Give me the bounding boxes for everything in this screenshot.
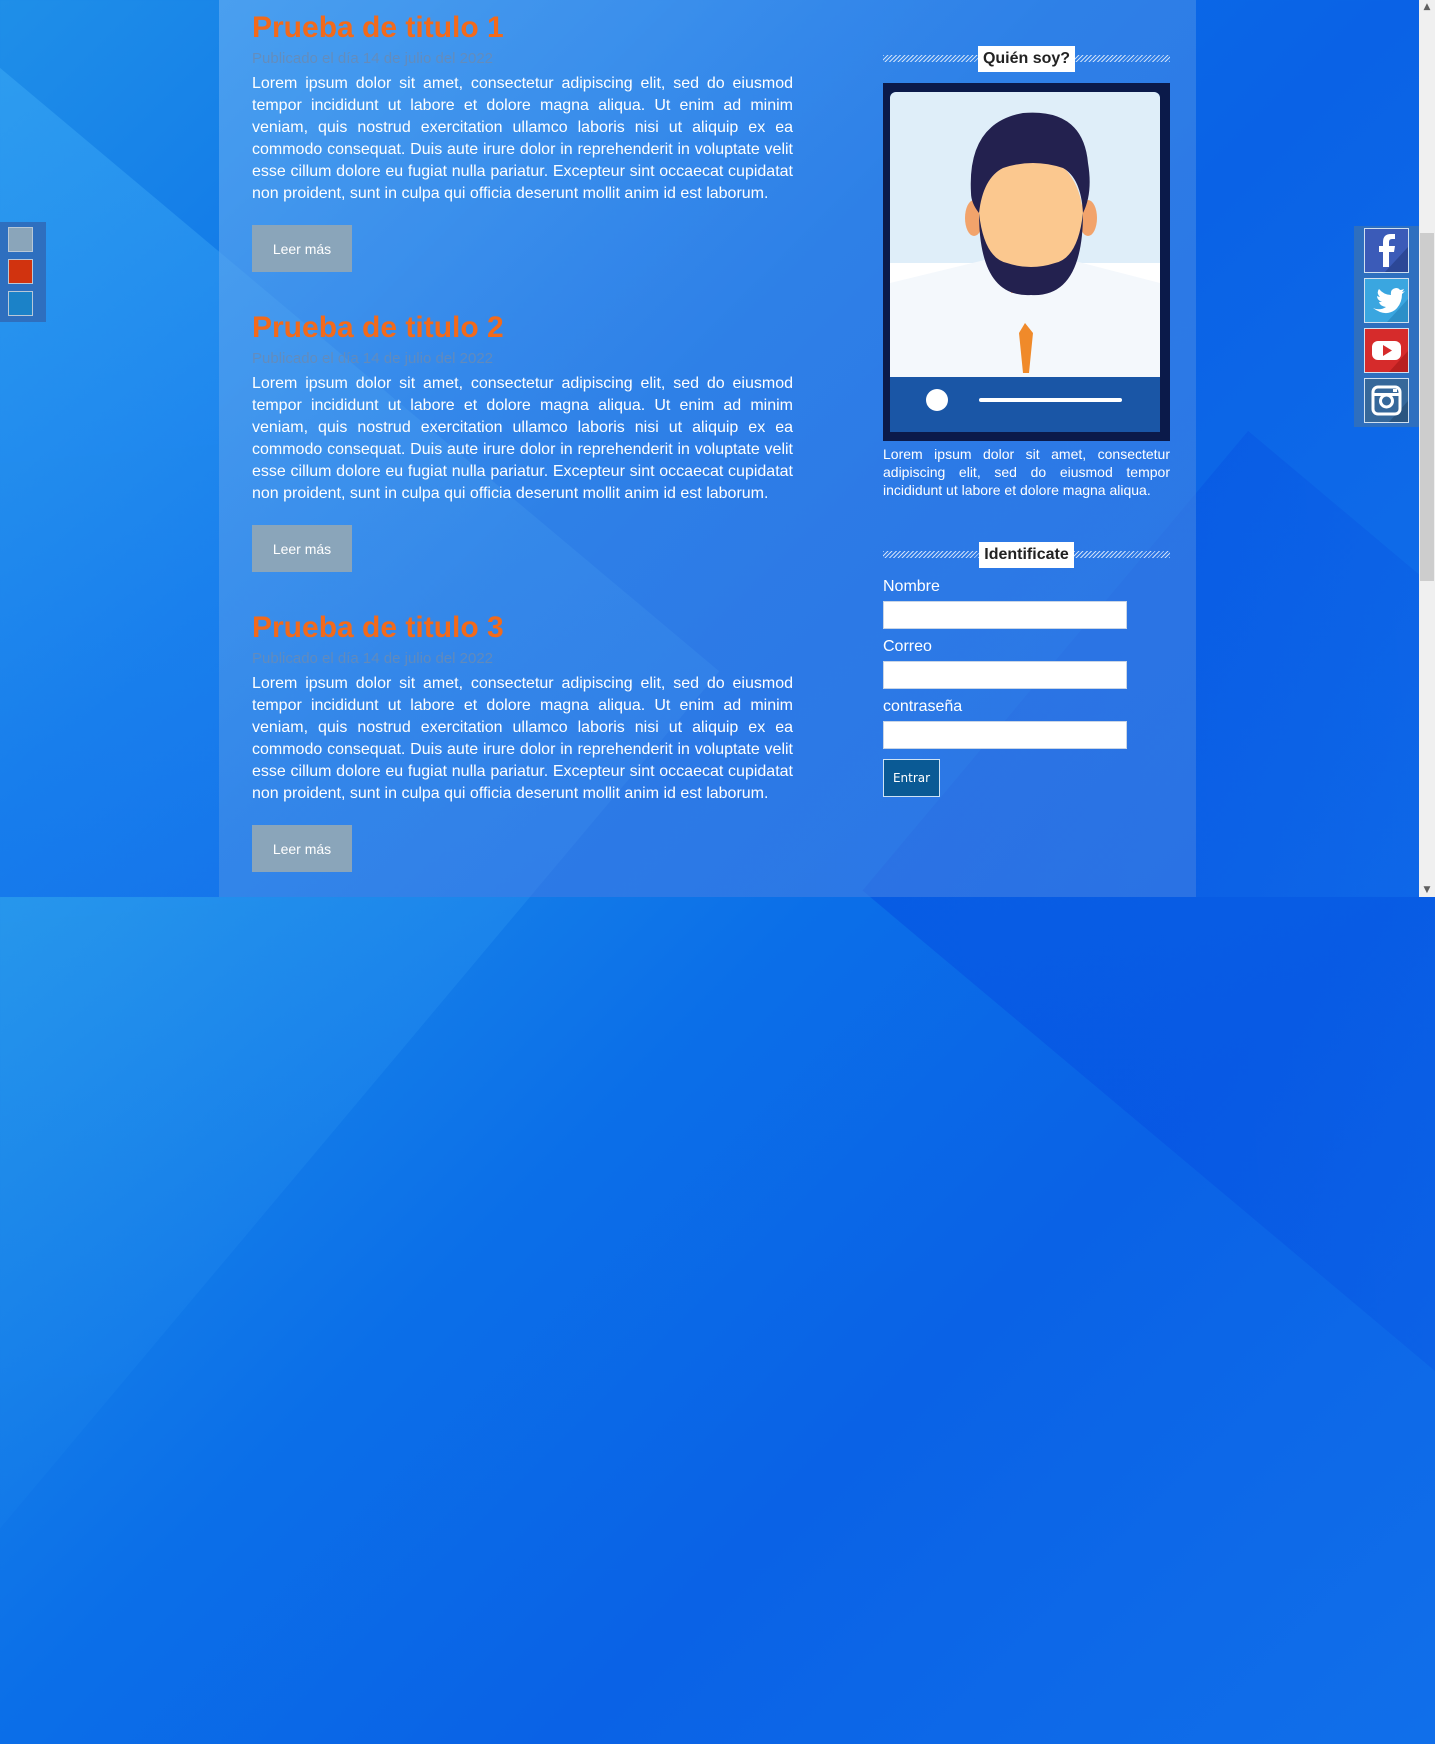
instagram-icon (1365, 379, 1408, 422)
password-field[interactable] (883, 721, 1127, 749)
about-text: Lorem ipsum dolor sit amet, consectetur … (883, 446, 1170, 498)
post-body: Lorem ipsum dolor sit amet, consectetur … (252, 375, 793, 502)
avatar-illustration (890, 92, 1160, 432)
post-date: Publicado el día 14 de julio del 2022 (252, 50, 494, 67)
password-label: contraseña (883, 698, 963, 715)
scroll-up-icon[interactable]: ▲ (1419, 0, 1435, 14)
scrollbar-thumb[interactable] (1420, 233, 1434, 581)
name-field[interactable] (883, 601, 1127, 629)
scroll-down-icon[interactable]: ▼ (1419, 883, 1435, 897)
name-label: Nombre (883, 578, 940, 595)
social-bar (1354, 226, 1419, 427)
post-title[interactable]: Prueba de titulo 2 (252, 311, 793, 345)
about-heading: Quién soy? (883, 45, 1170, 73)
read-more-button[interactable]: Leer más (252, 825, 352, 872)
post-body: Lorem ipsum dolor sit amet, consectetur … (252, 675, 793, 802)
theme-switcher (0, 222, 46, 322)
facebook-icon (1365, 229, 1408, 272)
email-label: Correo (883, 638, 932, 655)
about-heading-label: Quién soy? (977, 46, 1076, 72)
login-widget: Identificate Nombre Correo contraseña En… (883, 541, 1170, 797)
post-date: Publicado el día 14 de julio del 2022 (252, 350, 494, 367)
post-1: Prueba de titulo 1 Publicado el día 14 d… (252, 11, 793, 272)
login-heading: Identificate (883, 541, 1170, 569)
login-submit-button[interactable]: Entrar (883, 759, 940, 797)
theme-swatch-red[interactable] (8, 259, 33, 284)
youtube-link[interactable] (1364, 328, 1409, 373)
about-widget: Quién soy? Lorem ipsum dolor sit amet, c… (883, 45, 1170, 499)
facebook-link[interactable] (1364, 228, 1409, 273)
post-date: Publicado el día 14 de julio del 2022 (252, 650, 494, 667)
read-more-button[interactable]: Leer más (252, 525, 352, 572)
page-scrollbar[interactable]: ▲ ▼ (1419, 0, 1435, 897)
instagram-link[interactable] (1364, 378, 1409, 423)
twitter-link[interactable] (1364, 278, 1409, 323)
post-title[interactable]: Prueba de titulo 1 (252, 11, 793, 45)
post-body: Lorem ipsum dolor sit amet, consectetur … (252, 75, 793, 202)
post-title[interactable]: Prueba de titulo 3 (252, 611, 793, 645)
email-field[interactable] (883, 661, 1127, 689)
theme-swatch-gray[interactable] (8, 227, 33, 252)
login-heading-label: Identificate (979, 542, 1074, 568)
post-2: Prueba de titulo 2 Publicado el día 14 d… (252, 311, 793, 572)
theme-swatch-blue[interactable] (8, 291, 33, 316)
avatar-image (883, 83, 1170, 441)
post-3: Prueba de titulo 3 Publicado el día 14 d… (252, 611, 793, 872)
read-more-button[interactable]: Leer más (252, 225, 352, 272)
youtube-icon (1365, 329, 1408, 372)
twitter-icon (1365, 279, 1408, 322)
